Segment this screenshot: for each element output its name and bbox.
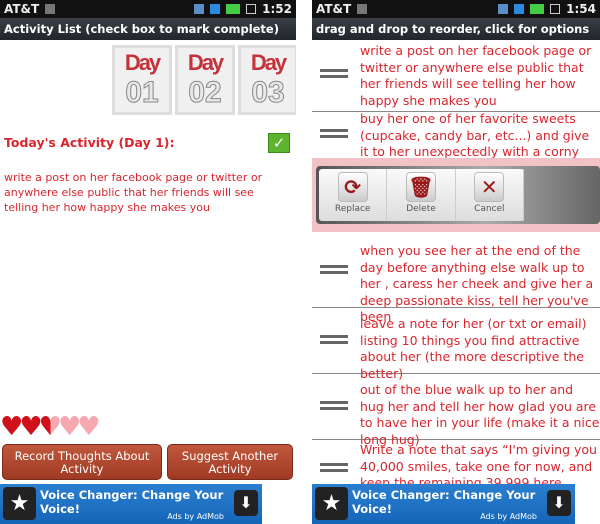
record-thoughts-button[interactable]: Record Thoughts About Activity [2,444,162,480]
checkbox-notification-icon [550,4,561,14]
battery-icon [226,4,241,14]
carrier: AT&T [4,2,40,16]
ad-banner[interactable]: ★ Voice Changer: Change Your Voice! Ads … [312,484,575,524]
item-text: write a post on her facebook page or twi… [360,43,592,108]
day-label: Day [250,50,287,75]
item-text: out of the blue walk up to her and hug h… [360,382,600,447]
reorder-screen: AT&T 1:54 drag and drop to reorder, clic… [312,0,600,524]
delete-button[interactable]: 🗑 Delete [387,169,456,221]
ad-banner[interactable]: ★ Voice Changer: Change Your Voice! Ads … [0,484,262,524]
drag-handle-icon[interactable] [320,126,348,146]
usb-icon [45,4,56,14]
status-bar: AT&T 1:54 [312,0,600,18]
day-tile-02[interactable]: Day 02 [175,45,235,115]
download-icon[interactable]: ⬇ [234,490,258,516]
page-title: Activity List (check box to mark complet… [0,18,296,40]
heart-rating[interactable]: ♥ ♥ ♥ ♥ ♥ [0,413,101,441]
quick-action-popup: ⟳ Replace 🗑 Delete ✕ Cancel [312,158,600,232]
ad-text: Voice Changer: Change Your Voice! [352,488,536,516]
close-icon: ✕ [474,172,505,202]
clock: 1:52 [262,2,292,16]
day-label: Day [124,50,161,75]
list-item[interactable]: when you see her at the end of the day b… [312,240,600,324]
day-tile-03[interactable]: Day 03 [238,45,296,115]
activity-screen: AT&T 1:52 Activity List (check box to ma… [0,0,296,524]
day-number: 02 [188,76,222,110]
day-label: Day [187,50,224,75]
ad-attribution: Ads by AdMob [167,512,224,521]
day-number: 01 [125,76,159,110]
ad-attribution: Ads by AdMob [480,512,537,521]
star-icon: ★ [315,487,348,520]
refresh-icon: ⟳ [337,172,368,202]
star-icon: ★ [3,487,36,520]
drag-handle-icon[interactable] [320,66,348,86]
activity-text: write a post on her facebook page or twi… [4,171,263,214]
ad-text: Voice Changer: Change Your Voice! [40,488,224,516]
replace-label: Replace [334,204,371,214]
delete-label: Delete [406,204,436,214]
checkbox-notification-icon [246,4,257,14]
drag-handle-icon[interactable] [320,332,348,352]
list-item[interactable]: write a post on her facebook page or twi… [312,40,600,112]
item-text: leave a note for her (or txt or email) l… [360,316,587,381]
battery-icon [530,4,545,14]
clock: 1:54 [566,2,596,16]
suggest-activity-button[interactable]: Suggest Another Activity [167,444,293,480]
day-number: 03 [251,76,285,110]
list-item[interactable]: out of the blue walk up to her and hug h… [312,374,600,447]
cancel-button[interactable]: ✕ Cancel [456,169,524,221]
carrier: AT&T [316,2,352,16]
list-item[interactable]: leave a note for her (or txt or email) l… [312,308,600,381]
drag-handle-icon[interactable] [320,262,348,282]
network-icon [194,4,205,14]
page-title: drag and drop to reorder, click for opti… [312,18,600,40]
cancel-label: Cancel [474,204,505,214]
today-heading: Today's Activity (Day 1): [4,135,175,150]
drag-handle-icon[interactable] [320,460,348,480]
signal-icon [210,4,221,14]
day-selector: Day 01 Day 02 Day 03 [112,45,296,115]
status-bar: AT&T 1:52 [0,0,296,18]
replace-button[interactable]: ⟳ Replace [319,169,388,221]
day-tile-01[interactable]: Day 01 [112,45,172,115]
drag-handle-icon[interactable] [320,398,348,418]
complete-checkbox[interactable]: ✓ [268,133,290,153]
signal-icon [514,4,525,14]
network-icon [498,4,509,14]
usb-icon [357,4,368,14]
download-icon[interactable]: ⬇ [547,490,571,516]
heart-empty-icon[interactable]: ♥ [77,413,100,441]
trash-icon: 🗑 [405,172,436,202]
